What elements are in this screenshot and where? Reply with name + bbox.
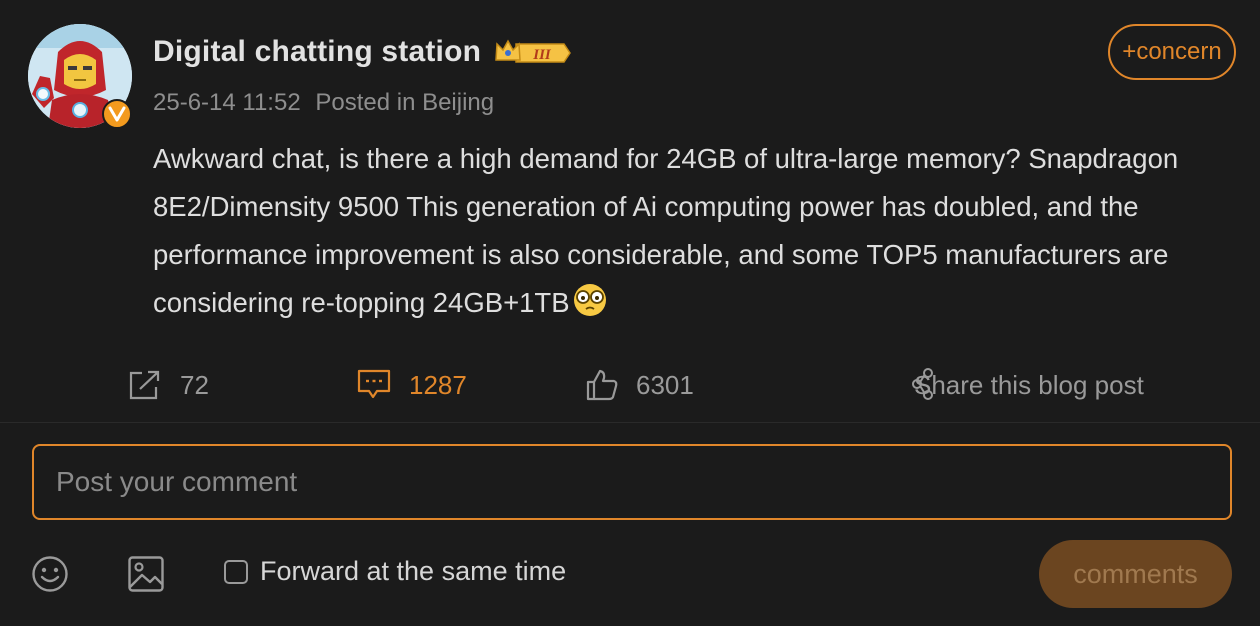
comments-button[interactable]: 1287 bbox=[357, 360, 467, 410]
share-icon bbox=[912, 368, 933, 400]
smiley-icon[interactable] bbox=[31, 555, 69, 593]
divider bbox=[0, 422, 1260, 423]
forward-checkbox[interactable] bbox=[224, 559, 248, 584]
share-button[interactable]: Share this blog post bbox=[912, 360, 1144, 410]
weibo-post-card: Digital chatting station III 25-6-14 11:… bbox=[0, 0, 1260, 626]
post-meta: 25-6-14 11:52 Posted in Beijing bbox=[153, 89, 494, 117]
repost-button[interactable]: 72 bbox=[128, 360, 209, 410]
forward-option[interactable]: Forward at the same time bbox=[224, 556, 566, 587]
share-label: Share this blog post bbox=[914, 369, 1144, 400]
verified-badge-icon bbox=[102, 99, 132, 129]
forward-label: Forward at the same time bbox=[260, 556, 567, 586]
comment-count: 1287 bbox=[409, 369, 467, 400]
post-actions: 72 1287 6301 Share this blog post bbox=[0, 360, 1260, 410]
crown-level-badge-icon: III bbox=[495, 39, 571, 63]
post-text: Awkward chat, is there a high demand for… bbox=[153, 143, 1179, 318]
author-name[interactable]: Digital chatting station bbox=[153, 35, 481, 69]
post-content: Awkward chat, is there a high demand for… bbox=[153, 135, 1228, 327]
repost-count: 72 bbox=[180, 369, 209, 400]
like-count: 6301 bbox=[636, 369, 694, 400]
repost-icon bbox=[129, 370, 160, 400]
follow-button[interactable]: +concern bbox=[1108, 24, 1236, 80]
post-location: Posted in Beijing bbox=[315, 89, 495, 116]
like-button[interactable]: 6301 bbox=[586, 360, 694, 410]
comment-input[interactable] bbox=[32, 444, 1232, 520]
thinking-glasses-emoji-icon bbox=[573, 284, 606, 316]
thumbs-up-icon bbox=[586, 369, 618, 401]
comment-icon bbox=[357, 369, 391, 399]
post-timestamp[interactable]: 25-6-14 11:52 bbox=[153, 89, 301, 116]
submit-comment-button[interactable]: comments bbox=[1039, 540, 1232, 608]
image-icon[interactable] bbox=[127, 555, 165, 593]
level-badge-text: III bbox=[532, 47, 552, 63]
